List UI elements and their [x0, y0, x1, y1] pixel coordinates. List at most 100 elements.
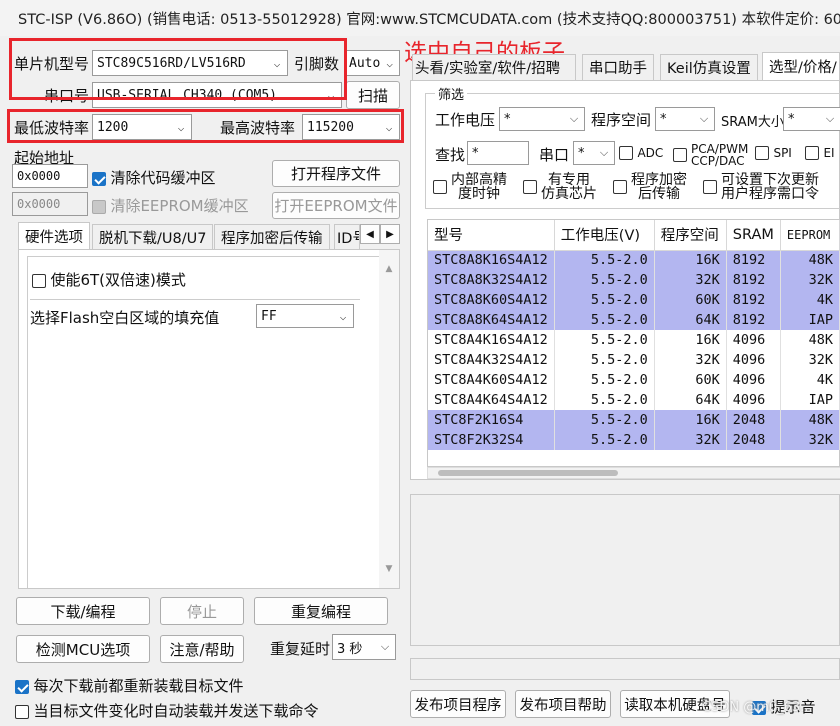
cell-model: STC8F2K16S4 [428, 410, 555, 430]
ei-checkbox[interactable] [805, 146, 819, 160]
cell-eeprom: 48K [780, 410, 840, 430]
cell-space: 64K [654, 310, 727, 330]
dedicated-checkbox[interactable] [523, 180, 537, 194]
table-row[interactable]: STC8A4K60S4A12 5.5-2.0 60K 4096 4K [428, 370, 840, 390]
ei-option[interactable]: EI [805, 145, 835, 161]
encrypt-label: 程序加密 后传输 [631, 173, 687, 201]
cell-space: 32K [654, 270, 727, 290]
reprogram-button[interactable]: 重复编程 [254, 597, 388, 625]
cell-model: STC8A8K32S4A12 [428, 270, 555, 290]
col-sram[interactable]: SRAM [726, 220, 781, 251]
publish-help-button[interactable]: 发布项目帮助 [515, 690, 611, 718]
table-row[interactable]: STC8A4K16S4A12 5.5-2.0 16K 4096 48K [428, 330, 840, 350]
table-row[interactable]: STC8A8K32S4A12 5.5-2.0 32K 8192 32K [428, 270, 840, 290]
table-row[interactable]: STC8A4K64S4A12 5.5-2.0 64K 4096 IAP [428, 390, 840, 410]
help-button[interactable]: 注意/帮助 [160, 635, 244, 663]
internal-osc-label: 内部高精 度时钟 [451, 173, 507, 201]
update-option[interactable]: 可设置下次更新 用户程序需口令 [703, 173, 819, 201]
table-row[interactable]: STC8A8K16S4A12 5.5-2.0 16K 8192 48K [428, 250, 840, 270]
adc-option[interactable]: ADC [619, 145, 663, 161]
repeat-delay-value: 3 秒 [337, 641, 363, 657]
auto-load-option[interactable]: 当目标文件变化时自动装载并发送下载命令 [15, 700, 318, 721]
spi-option[interactable]: SPI [755, 145, 792, 161]
table-hscrollbar[interactable] [427, 467, 840, 479]
cell-voltage: 5.5-2.0 [554, 370, 655, 390]
voltage-label: 工作电压 [435, 111, 496, 129]
detect-mcu-button[interactable]: 检测MCU选项 [16, 635, 150, 663]
cell-space: 64K [654, 390, 727, 410]
reload-option[interactable]: 每次下载前都重新装载目标文件 [15, 675, 243, 696]
clear-eeprom-checkbox[interactable] [92, 200, 106, 214]
internal-osc-checkbox[interactable] [433, 180, 447, 194]
scan-button[interactable]: 扫描 [346, 81, 400, 109]
eeprom-start-address-input[interactable]: 0x0000 [12, 192, 88, 216]
col-model[interactable]: 型号 [428, 220, 555, 251]
tab-selection-price[interactable]: 选型/价格/ [762, 52, 840, 80]
voltage-select[interactable]: * ⌵ [499, 107, 585, 131]
tab-offline-download[interactable]: 脱机下载/U8/U7 [92, 224, 214, 250]
tab-scroll-arrows[interactable]: ◀ ▶ [360, 224, 400, 244]
sram-select[interactable]: * ⌵ [783, 107, 840, 131]
tab-lab-software[interactable]: 头看/实验室/软件/招聘 [412, 54, 576, 80]
publish-program-button[interactable]: 发布项目程序 [410, 690, 506, 718]
col-eeprom[interactable]: EEPROM [780, 220, 840, 251]
scroll-up-icon[interactable]: ▲ [379, 264, 399, 274]
scroll-thumb[interactable] [438, 470, 618, 476]
find-input[interactable]: * [467, 141, 529, 165]
fill-value-select[interactable]: FF ⌵ [256, 304, 354, 328]
code-start-address-input[interactable]: 0x0000 [12, 164, 88, 188]
open-program-file-button[interactable]: 打开程序文件 [272, 160, 400, 187]
tab-keil-settings[interactable]: Keil仿真设置 [660, 54, 758, 80]
scroll-down-icon[interactable]: ▼ [379, 564, 399, 574]
tab-id[interactable]: ID号 [334, 224, 360, 250]
download-program-button[interactable]: 下载/编程 [16, 597, 150, 625]
table-row[interactable]: STC8F2K16S4 5.5-2.0 16K 2048 48K [428, 410, 840, 430]
enable-6t-checkbox[interactable] [32, 274, 46, 288]
enable-6t-label: 使能6T(双倍速)模式 [50, 271, 186, 289]
cell-space: 16K [654, 330, 727, 350]
open-eeprom-file-button[interactable]: 打开EEPROM文件 [272, 192, 400, 219]
table-row[interactable]: STC8F2K32S4 5.5-2.0 32K 2048 32K [428, 430, 840, 450]
update-label: 可设置下次更新 用户程序需口令 [721, 173, 819, 201]
pca-option[interactable]: PCA/PWM CCP/DAC [673, 143, 748, 167]
stop-button[interactable]: 停止 [160, 597, 244, 625]
cell-sram: 8192 [726, 290, 781, 310]
encrypt-option[interactable]: 程序加密 后传输 [613, 173, 687, 201]
auto-load-checkbox[interactable] [15, 705, 29, 719]
cell-space: 32K [654, 430, 727, 450]
reload-checkbox[interactable] [15, 680, 29, 694]
tab-hardware-options[interactable]: 硬件选项 [18, 222, 90, 250]
tab-encrypted-transfer[interactable]: 程序加密后传输 [214, 224, 330, 250]
chevron-right-icon[interactable]: ▶ [380, 224, 400, 244]
table-row[interactable]: STC8A8K60S4A12 5.5-2.0 60K 8192 4K [428, 290, 840, 310]
internal-osc-option[interactable]: 内部高精 度时钟 [433, 173, 507, 201]
table-row[interactable]: STC8A8K64S4A12 5.5-2.0 64K 8192 IAP [428, 310, 840, 330]
dedicated-option[interactable]: 有专用 仿真芯片 [523, 173, 597, 201]
enable-6t-option[interactable]: 使能6T(双倍速)模式 [32, 269, 186, 290]
clear-eeprom-label: 清除EEPROM缓冲区 [110, 197, 249, 215]
table-row[interactable]: STC8A4K32S4A12 5.5-2.0 32K 4096 32K [428, 350, 840, 370]
output-area[interactable] [410, 494, 840, 646]
clear-code-option[interactable]: 清除代码缓冲区 [92, 167, 215, 188]
col-space[interactable]: 程序空间 [654, 220, 727, 251]
serial-filter-select[interactable]: * ⌵ [573, 141, 615, 165]
cell-space: 16K [654, 250, 727, 270]
repeat-delay-select[interactable]: 3 秒 ⌵ [332, 634, 396, 660]
spi-checkbox[interactable] [755, 146, 769, 160]
cell-sram: 8192 [726, 270, 781, 290]
pca-checkbox[interactable] [673, 148, 687, 162]
options-scrollbar[interactable]: ▲ ▼ [379, 250, 399, 588]
chevron-left-icon[interactable]: ◀ [360, 224, 380, 244]
cell-eeprom: 32K [780, 350, 840, 370]
adc-checkbox[interactable] [619, 146, 633, 160]
program-space-select[interactable]: * ⌵ [655, 107, 715, 131]
pin-count-select[interactable]: Auto ⌵ [344, 50, 400, 76]
spi-label: SPI [773, 146, 792, 160]
clear-eeprom-option[interactable]: 清除EEPROM缓冲区 [92, 195, 249, 216]
cell-eeprom: IAP [780, 310, 840, 330]
clear-code-checkbox[interactable] [92, 172, 106, 186]
tab-serial-assistant[interactable]: 串口助手 [582, 54, 654, 80]
col-voltage[interactable]: 工作电压(V) [554, 220, 655, 251]
encrypt-checkbox[interactable] [613, 180, 627, 194]
update-checkbox[interactable] [703, 180, 717, 194]
